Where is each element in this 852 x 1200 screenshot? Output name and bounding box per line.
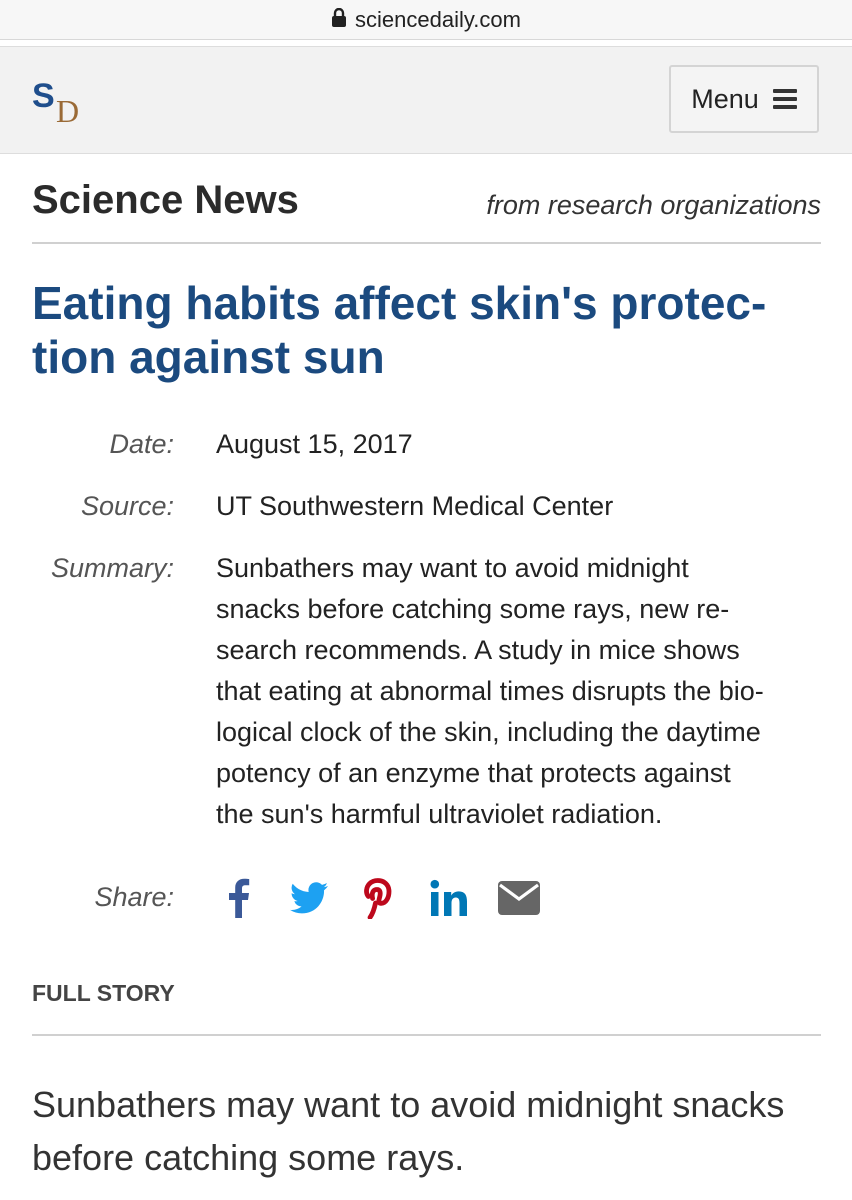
summary-line: snacks before catching some rays, new re…: [216, 594, 730, 624]
section-subtitle: from research organizations: [486, 190, 821, 220]
summary-line: that eating at abnormal times disrupts t…: [216, 676, 764, 706]
date-value: August 15, 2017: [216, 429, 413, 459]
menu-button[interactable]: Menu: [669, 65, 819, 133]
summary-line: search recommends. A study in mice shows: [216, 635, 740, 665]
share-label: Share:: [94, 882, 174, 912]
hamburger-icon: [772, 89, 797, 109]
email-icon[interactable]: [496, 875, 542, 921]
share-buttons: [216, 874, 566, 922]
source-value: UT Southwestern Medical Center: [216, 491, 614, 521]
source-label: Source:: [80, 491, 174, 521]
summary-line: Sunbathers may want to avoid midnight: [216, 553, 689, 583]
full-story-label: FULL STORY: [32, 980, 175, 1006]
browser-url-bar[interactable]: sciencedaily.com: [0, 0, 852, 40]
summary-line: logical clock of the skin, including the…: [216, 717, 761, 747]
lede-line-2: before catching some rays.: [32, 1137, 465, 1178]
story-lede: Sunbathers may want to avoid midnight sn…: [32, 1078, 822, 1184]
menu-label: Menu: [691, 83, 759, 114]
date-label: Date:: [109, 429, 174, 459]
section-header: Science News from research organizations: [32, 176, 821, 244]
logo-d: D: [56, 93, 80, 129]
section-title[interactable]: Science News: [32, 178, 299, 223]
summary-line: the sun's harmful ultraviolet radiation.: [216, 799, 663, 829]
facebook-icon[interactable]: [216, 875, 262, 921]
linkedin-icon[interactable]: [426, 875, 472, 921]
summary-label: Summary:: [50, 553, 174, 583]
twitter-icon[interactable]: [286, 875, 332, 921]
site-logo[interactable]: S D: [32, 77, 92, 129]
summary-text: Sunbathers may want to avoid midnight sn…: [216, 548, 816, 835]
lock-icon: [331, 7, 347, 28]
url-text: sciencedaily.com: [355, 6, 521, 32]
summary-line: potency of an enzyme that protects again…: [216, 758, 731, 788]
headline-line-1: Eating habits affect skin's protec-: [32, 277, 767, 329]
logo-s: S: [32, 77, 55, 115]
full-story-header: FULL STORY: [32, 980, 821, 1036]
article-headline: Eating habits affect skin's protec- tion…: [32, 276, 822, 384]
headline-line-2: tion against sun: [32, 331, 385, 383]
pinterest-icon[interactable]: [356, 875, 402, 921]
lede-line-1: Sunbathers may want to avoid midnight sn…: [32, 1084, 785, 1125]
